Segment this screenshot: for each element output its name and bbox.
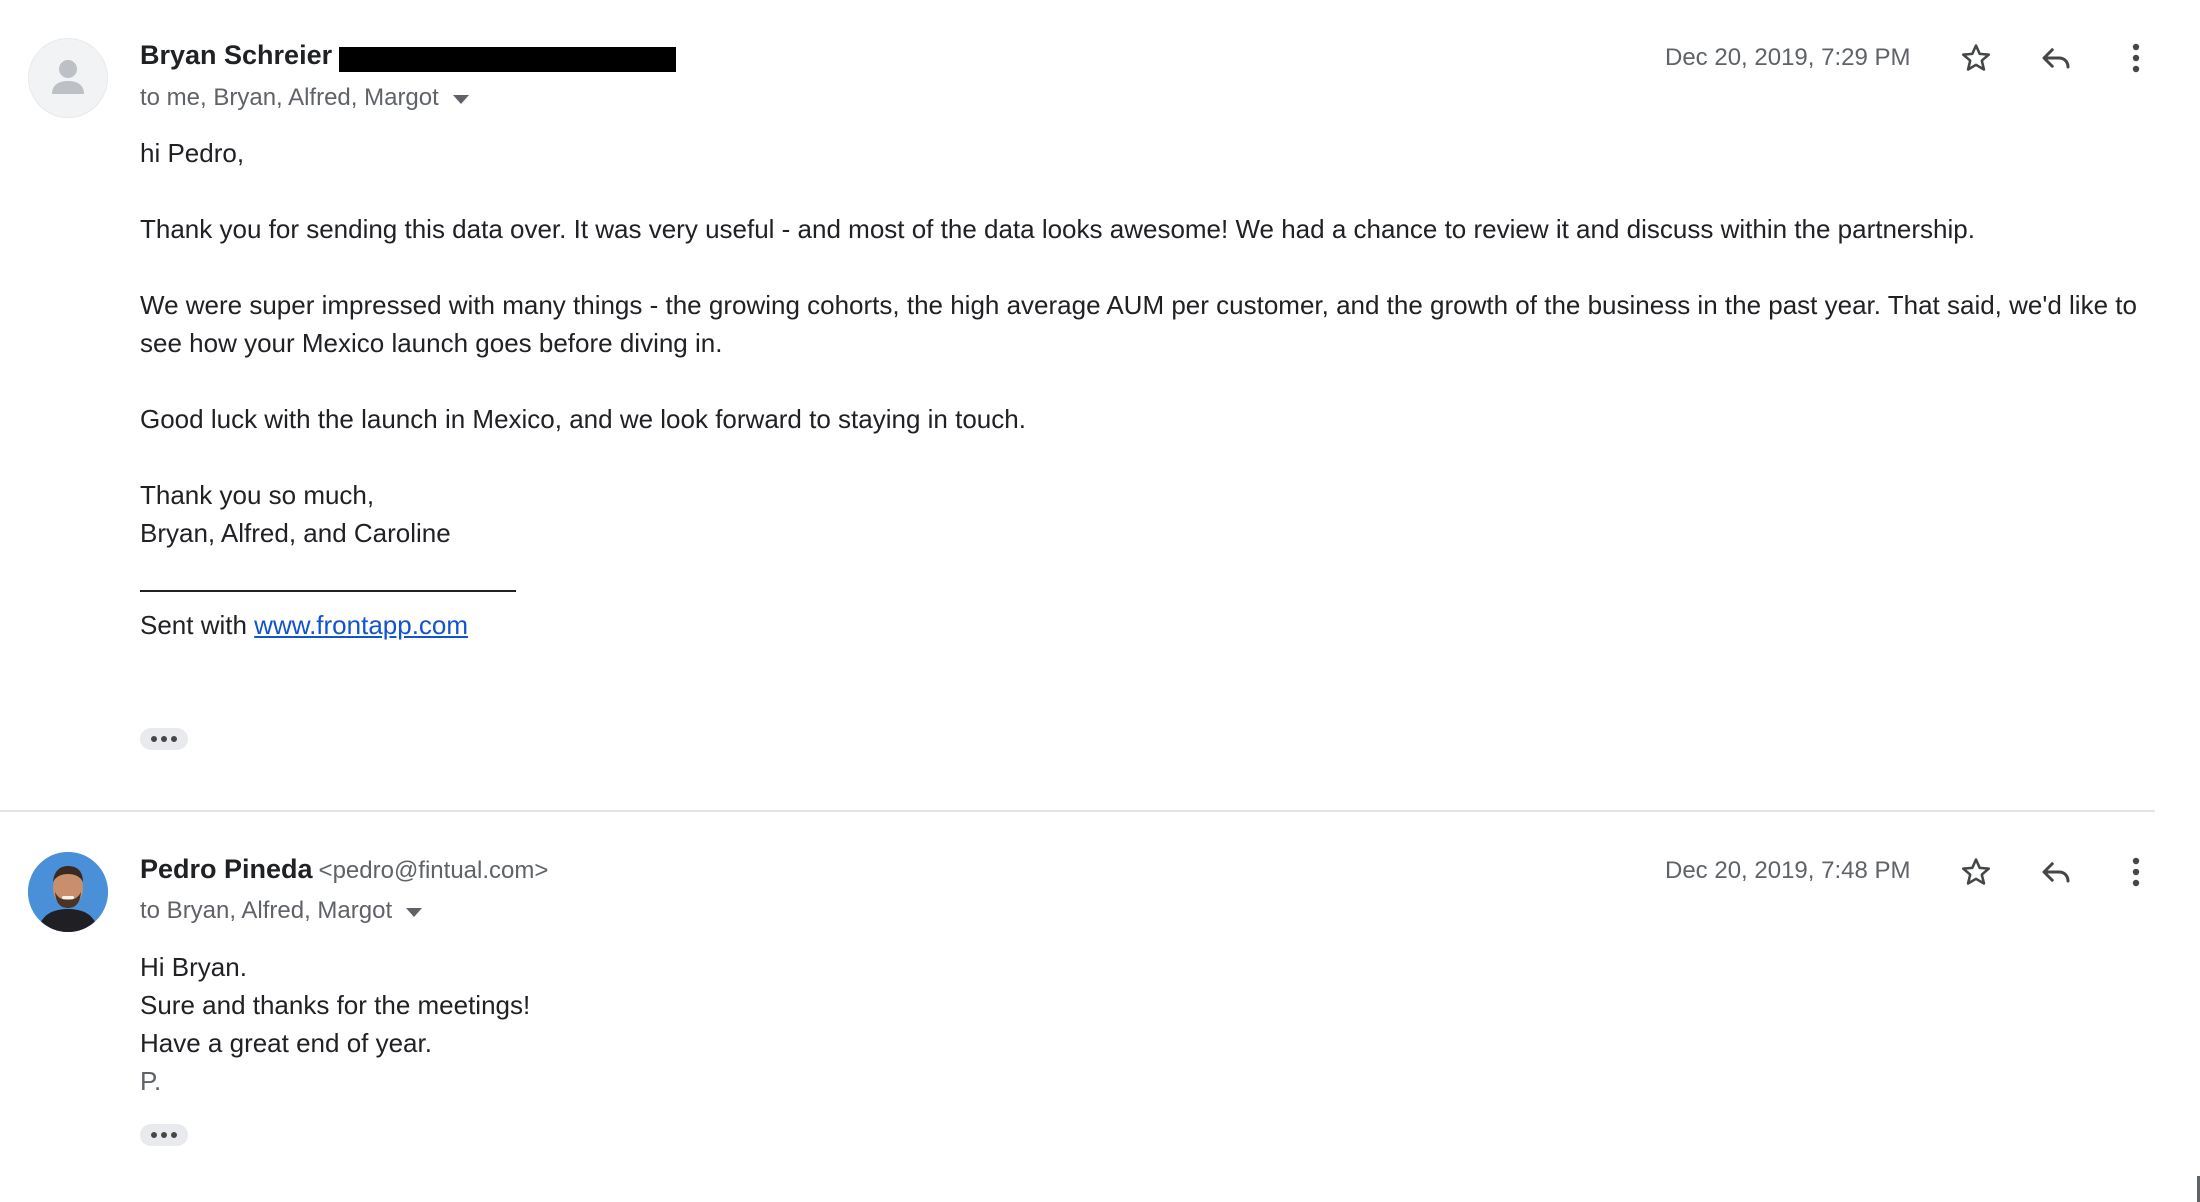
message-bryan: Bryan Schreier to me, Bryan, Alfred, Mar… <box>0 0 2200 811</box>
message-body: hi Pedro, Thank you for sending this dat… <box>140 134 2150 644</box>
frontapp-link[interactable]: www.frontapp.com <box>254 610 468 640</box>
person-icon <box>52 60 84 94</box>
ellipsis-icon <box>151 1132 157 1138</box>
sender-name[interactable]: Bryan Schreier <box>140 40 332 71</box>
recipients-line: to me, Bryan, Alfred, Margot <box>140 84 469 112</box>
body-signature: Bryan, Alfred, and Caroline <box>140 518 451 548</box>
caret-down-icon[interactable] <box>406 907 423 917</box>
ellipsis-icon <box>151 736 157 742</box>
body-paragraph: Thank you for sending this data over. It… <box>140 214 1975 244</box>
sent-with-prefix: Sent with <box>140 610 255 640</box>
body-greeting: hi Pedro, <box>140 138 245 168</box>
email-thread: Bryan Schreier to me, Bryan, Alfred, Mar… <box>0 0 2200 1202</box>
redacted-email-block <box>339 47 676 72</box>
more-vert-icon[interactable] <box>2112 34 2160 82</box>
caret-down-icon[interactable] <box>452 94 469 104</box>
body-signoff: P. <box>140 1066 162 1096</box>
body-line: Hi Bryan. <box>140 952 247 982</box>
sender-avatar[interactable] <box>28 38 108 118</box>
sent-with-line: Sent with www.frontapp.com <box>140 606 2150 644</box>
sender-avatar[interactable] <box>28 852 108 932</box>
body-paragraph: We were super impressed with many things… <box>140 290 2137 358</box>
reply-icon[interactable] <box>2032 848 2080 896</box>
body-line: Sure and thanks for the meetings! <box>140 990 531 1020</box>
star-icon[interactable] <box>1952 848 2000 896</box>
recipients-text: to Bryan, Alfred, Margot <box>140 897 393 924</box>
body-paragraph: Good luck with the launch in Mexico, and… <box>140 404 1026 434</box>
sender-header: Pedro Pineda <pedro@fintual.com> <box>140 854 548 885</box>
recipients-text: to me, Bryan, Alfred, Margot <box>140 84 439 111</box>
message-pedro: Pedro Pineda <pedro@fintual.com> to Bryan… <box>0 811 2200 1202</box>
star-icon[interactable] <box>1952 34 2000 82</box>
sender-name[interactable]: Pedro Pineda <box>140 854 313 884</box>
reply-icon[interactable] <box>2032 34 2080 82</box>
sender-email[interactable]: <pedro@fintual.com> <box>319 857 549 884</box>
message-date[interactable]: Dec 20, 2019, 7:48 PM <box>1665 857 1910 885</box>
message-date[interactable]: Dec 20, 2019, 7:29 PM <box>1665 44 1910 72</box>
show-trimmed-content-button[interactable] <box>140 1124 188 1146</box>
body-closing: Thank you so much, <box>140 480 375 510</box>
recipients-line: to Bryan, Alfred, Margot <box>140 897 423 925</box>
show-trimmed-content-button[interactable] <box>140 728 188 750</box>
body-line: Have a great end of year. <box>140 1028 432 1058</box>
signature-divider <box>140 588 516 592</box>
profile-photo <box>28 852 108 932</box>
more-vert-icon[interactable] <box>2112 848 2160 896</box>
message-body: Hi Bryan. Sure and thanks for the meetin… <box>140 948 2150 1100</box>
